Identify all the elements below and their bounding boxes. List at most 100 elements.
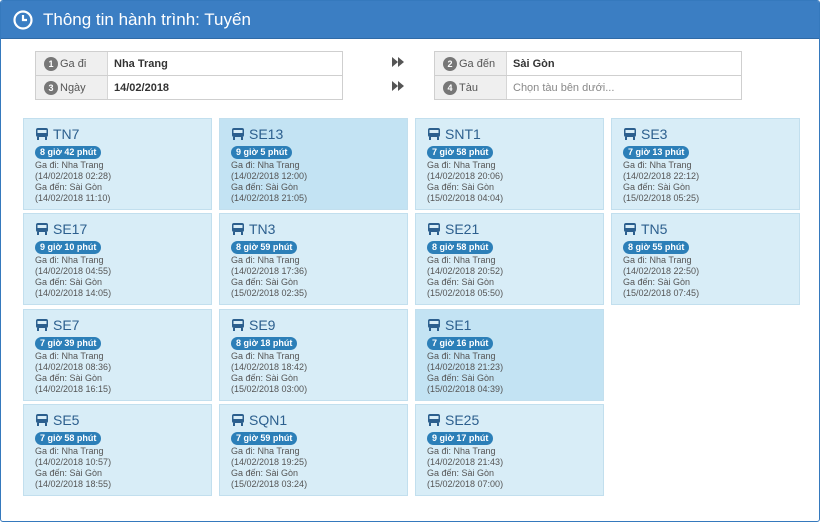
- train-card[interactable]: TN3 8 giờ 59 phút Ga đi: Nha Trang (14/02/2…: [219, 213, 408, 305]
- train-icon: [232, 127, 244, 140]
- date-value: 14/02/2018: [114, 81, 170, 94]
- duration-badge: 7 giờ 58 phút: [35, 432, 102, 445]
- train-card[interactable]: TN7 8 giờ 42 phút Ga đi: Nha Trang (14/02/2…: [23, 118, 212, 210]
- train-card[interactable]: SE13 9 giờ 5 phút Ga đi: Nha Trang (14/02/2…: [219, 118, 408, 210]
- duration-badge: 9 giờ 17 phút: [427, 432, 494, 445]
- arrival-station: Ga đến: Sài Gòn: [427, 468, 495, 478]
- train-icon: [232, 318, 244, 331]
- duration-badge: 8 giờ 42 phút: [35, 146, 102, 159]
- clock-icon: [13, 9, 33, 30]
- arrival-time: (15/02/2018 07:45): [623, 288, 700, 298]
- train-icon: [624, 222, 636, 235]
- arrival-time: (15/02/2018 07:00): [427, 479, 504, 489]
- arrival-station: Ga đến: Sài Gòn: [427, 373, 495, 383]
- train-icon: [428, 127, 440, 140]
- train-card[interactable]: SE5 7 giờ 58 phút Ga đi: Nha Trang (14/02/2…: [23, 404, 212, 496]
- arrival-station: Ga đến: Sài Gòn: [231, 468, 299, 478]
- departure-time: (14/02/2018 21:23): [427, 362, 504, 372]
- train-name: TN7: [53, 125, 80, 142]
- train-name: SE9: [249, 316, 276, 333]
- arrival-time: (14/02/2018 16:15): [35, 384, 112, 394]
- train-card[interactable]: SE9 8 giờ 18 phút Ga đi: Nha Trang (14/02/2…: [219, 309, 408, 401]
- train-name: SE7: [53, 316, 80, 333]
- train-card[interactable]: SE7 7 giờ 39 phút Ga đi: Nha Trang (14/02/2…: [23, 309, 212, 401]
- arrival-station: Ga đến: Sài Gòn: [35, 468, 103, 478]
- train-field[interactable]: 4 Tàu Chọn tàu bên dưới...: [434, 75, 742, 100]
- departure-station: Ga đi: Nha Trang: [231, 160, 300, 170]
- arrival-station: Ga đến: Sài Gòn: [231, 277, 299, 287]
- arrival-time: (15/02/2018 04:04): [427, 193, 504, 203]
- date-field[interactable]: 3 Ngày 14/02/2018: [35, 75, 343, 100]
- train-card[interactable]: SE17 9 giờ 10 phút Ga đi: Nha Trang (14/02/…: [23, 213, 212, 305]
- train-card[interactable]: SE21 8 giờ 58 phút Ga đi: Nha Trang (14/02/…: [415, 213, 604, 305]
- departure-station: Ga đi: Nha Trang: [231, 351, 300, 361]
- departure-station: Ga đi: Nha Trang: [35, 160, 104, 170]
- page-title: Thông tin hành trình: Tuyến: [43, 9, 251, 29]
- departure-time: (14/02/2018 12:00): [231, 171, 308, 181]
- arrival-station: Ga đến: Sài Gòn: [623, 277, 691, 287]
- step-number: 2: [443, 56, 457, 71]
- duration-badge: 8 giờ 18 phút: [231, 337, 298, 350]
- double-arrow-right-icon: [392, 81, 404, 91]
- train-name: SE17: [53, 220, 88, 237]
- train-icon: [428, 222, 440, 235]
- departure-station: Ga đi: Nha Trang: [427, 160, 496, 170]
- departure-station: Ga đi: Nha Trang: [427, 351, 496, 361]
- departure-station: Ga đi: Nha Trang: [623, 255, 692, 265]
- train-card[interactable]: SE25 9 giờ 17 phút Ga đi: Nha Trang (14/02/…: [415, 404, 604, 496]
- arrival-station: Ga đến: Sài Gòn: [623, 182, 691, 192]
- duration-badge: 7 giờ 16 phút: [427, 337, 494, 350]
- arrival-time: (15/02/2018 03:24): [231, 479, 308, 489]
- arrival-time: (15/02/2018 05:50): [427, 288, 504, 298]
- duration-badge: 8 giờ 58 phút: [427, 241, 494, 254]
- departure-station: Ga đi: Nha Trang: [35, 255, 104, 265]
- from-station-label: Ga đi: [60, 57, 87, 70]
- train-icon: [36, 222, 48, 235]
- step-number: 3: [44, 80, 58, 95]
- arrival-time: (15/02/2018 03:00): [231, 384, 308, 394]
- train-icon: [428, 413, 440, 426]
- train-name: SE13: [249, 125, 284, 142]
- duration-badge: 8 giờ 59 phút: [231, 241, 298, 254]
- departure-time: (14/02/2018 02:28): [35, 171, 112, 181]
- departure-time: (14/02/2018 21:43): [427, 457, 504, 467]
- train-icon: [428, 318, 440, 331]
- train-placeholder: Chọn tàu bên dưới...: [513, 81, 615, 94]
- train-card[interactable]: SE1 7 giờ 16 phút Ga đi: Nha Trang (14/02/2…: [415, 309, 604, 401]
- train-icon: [232, 413, 244, 426]
- train-name: SE21: [445, 220, 480, 237]
- train-card[interactable]: SNT1 7 giờ 58 phút Ga đi: Nha Trang (14/02/…: [415, 118, 604, 210]
- train-name: SE5: [53, 411, 80, 428]
- train-card[interactable]: SQN1 7 giờ 59 phút Ga đi: Nha Trang (14/02/…: [219, 404, 408, 496]
- arrival-time: (15/02/2018 05:25): [623, 193, 700, 203]
- departure-station: Ga đi: Nha Trang: [231, 446, 300, 456]
- departure-time: (14/02/2018 18:42): [231, 362, 308, 372]
- train-name: SE25: [445, 411, 480, 428]
- train-card[interactable]: TN5 8 giờ 55 phút Ga đi: Nha Trang (14/02/2…: [611, 213, 800, 305]
- departure-station: Ga đi: Nha Trang: [35, 351, 104, 361]
- train-icon: [36, 318, 48, 331]
- train-card[interactable]: SE3 7 giờ 13 phút Ga đi: Nha Trang (14/02/2…: [611, 118, 800, 210]
- arrival-time: (14/02/2018 21:05): [231, 193, 308, 203]
- double-arrow-right-icon: [392, 57, 404, 67]
- arrival-station: Ga đến: Sài Gòn: [35, 277, 103, 287]
- arrival-time: (14/02/2018 18:55): [35, 479, 112, 489]
- departure-time: (14/02/2018 08:36): [35, 362, 112, 372]
- to-station-field[interactable]: 2 Ga đến Sài Gòn: [434, 51, 742, 76]
- departure-station: Ga đi: Nha Trang: [231, 255, 300, 265]
- from-station-field[interactable]: 1 Ga đi Nha Trang: [35, 51, 343, 76]
- step-number: 1: [44, 56, 58, 71]
- from-station-value: Nha Trang: [114, 57, 168, 70]
- train-name: SNT1: [445, 125, 481, 142]
- train-icon: [624, 127, 636, 140]
- arrival-time: (14/02/2018 11:10): [35, 193, 111, 203]
- train-label: Tàu: [459, 81, 478, 94]
- arrival-station: Ga đến: Sài Gòn: [35, 182, 103, 192]
- train-icon: [36, 127, 48, 140]
- train-name: SQN1: [249, 411, 288, 428]
- departure-time: (14/02/2018 19:25): [231, 457, 308, 467]
- train-name: TN3: [249, 220, 276, 237]
- panel-header: Thông tin hành trình: Tuyến: [1, 1, 819, 39]
- duration-badge: 7 giờ 39 phút: [35, 337, 102, 350]
- train-name: SE3: [641, 125, 668, 142]
